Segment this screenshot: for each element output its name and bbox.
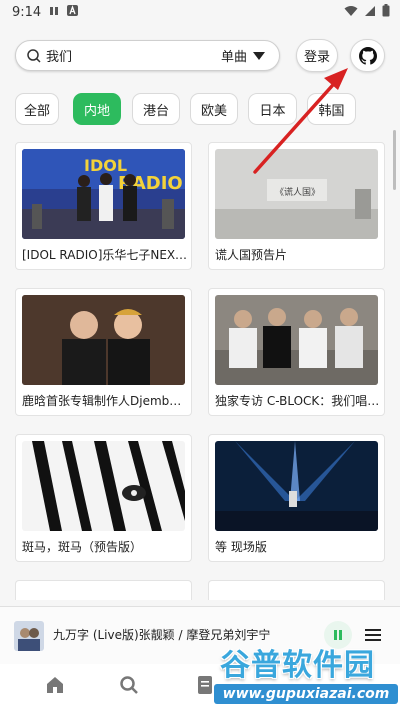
mv-title: 鹿晗首张专辑制作人Djemb…: [22, 394, 182, 408]
mv-card[interactable]: 等 现场版: [208, 434, 385, 562]
mv-thumbnail: [22, 295, 185, 385]
status-time: 9:14: [12, 4, 42, 20]
mv-thumbnail: 《谎人国》: [215, 149, 378, 239]
search-bar[interactable]: 我们 单曲: [15, 40, 280, 71]
tab-japan[interactable]: 日本: [248, 93, 297, 125]
tab-western[interactable]: 欧美: [190, 93, 238, 125]
mv-card[interactable]: 独家专访 C-BLOCK：我们唱…: [208, 288, 385, 416]
search-icon: [27, 48, 41, 63]
mv-thumbnail: IDOL RADIO: [22, 149, 185, 239]
mv-title: 独家专访 C-BLOCK：我们唱…: [215, 394, 380, 408]
caret-down-icon[interactable]: [253, 51, 265, 61]
mv-card[interactable]: 斑马，斑马（预告版）: [15, 434, 192, 562]
mv-card[interactable]: [208, 580, 385, 600]
wifi-icon: [344, 5, 358, 21]
search-icon[interactable]: [118, 674, 140, 696]
mv-thumbnail: [22, 441, 185, 531]
tab-hk-tw[interactable]: 港台: [132, 93, 180, 125]
battery-icon: [382, 4, 390, 21]
A-icon: [67, 5, 79, 19]
scrollbar[interactable]: [393, 130, 396, 190]
mv-title: 等 现场版: [215, 540, 267, 554]
pause-icon: [49, 6, 59, 19]
search-type-select[interactable]: 单曲: [221, 46, 247, 65]
mv-card[interactable]: 《谎人国》 谎人国预告片: [208, 142, 385, 270]
site-watermark: 谷普软件园 www.gupuxiazai.com: [212, 640, 398, 710]
search-input[interactable]: 我们: [46, 46, 221, 65]
mv-card[interactable]: 鹿晗首张专辑制作人Djemb…: [15, 288, 192, 416]
home-icon[interactable]: [44, 674, 66, 696]
tab-all[interactable]: 全部: [15, 93, 59, 125]
watermark-title: 谷普软件园: [220, 648, 375, 683]
album-cover: [14, 621, 44, 651]
tab-korea[interactable]: 韩国: [307, 93, 356, 125]
mv-thumbnail: [215, 295, 378, 385]
github-icon: [358, 46, 377, 65]
login-button[interactable]: 登录: [296, 39, 338, 72]
mv-card[interactable]: [15, 580, 192, 600]
status-bar: 9:14: [0, 0, 400, 24]
svg-text:《谎人国》: 《谎人国》: [275, 186, 320, 198]
tab-mainland[interactable]: 内地: [73, 93, 121, 125]
mv-card[interactable]: IDOL RADIO [IDOL RADIO]乐华七子NEXT…: [15, 142, 192, 270]
signal-icon: [364, 5, 376, 21]
watermark-url: www.gupuxiazai.com: [214, 684, 398, 704]
mv-title: 谎人国预告片: [215, 248, 288, 262]
mv-title: 斑马，斑马（预告版）: [22, 540, 143, 554]
mv-title: [IDOL RADIO]乐华七子NEXT…: [22, 248, 187, 262]
mv-thumbnail: [215, 441, 378, 531]
github-button[interactable]: [350, 39, 385, 72]
